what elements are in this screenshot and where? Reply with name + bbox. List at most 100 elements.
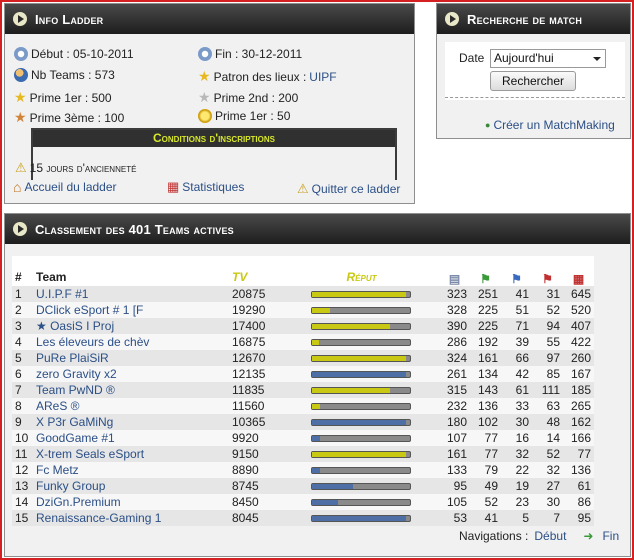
palmares-cell: 63 xyxy=(546,399,560,413)
team-name[interactable]: Team PwND ® xyxy=(36,383,115,397)
col-rank-header: # xyxy=(15,270,22,284)
team-cell[interactable]: DClick eSport # 1 [F xyxy=(33,302,229,318)
palmares-cell: 22 xyxy=(515,463,529,477)
chart-icon: ▦ xyxy=(167,179,180,194)
palmares-cell: 232 xyxy=(446,399,467,413)
team-cell[interactable]: zero Gravity x2 xyxy=(33,366,229,382)
palmares-cell: 41 xyxy=(484,511,498,525)
palmares-cell: 225 xyxy=(477,303,498,317)
stats-link-row[interactable]: ▦ Statistiques xyxy=(167,179,244,195)
palmares-cell: 95 xyxy=(577,511,591,525)
team-name[interactable]: Renaissance-Gaming 1 xyxy=(36,511,161,525)
clock-icon xyxy=(14,47,28,61)
palmares-cell: 225 xyxy=(477,319,498,333)
team-name[interactable]: Funky Group xyxy=(36,479,105,493)
table-row[interactable]: 13 Funky Group 8745 95 49 19 27 61 xyxy=(12,478,594,494)
team-name[interactable]: PuRe PlaiSiR xyxy=(36,351,109,365)
palmares-cell: 77 xyxy=(577,447,591,461)
nb-teams-row: Nb Teams : 573 xyxy=(14,68,115,82)
team-cell[interactable]: Team PwND ® xyxy=(33,382,229,398)
rechercher-button[interactable]: Rechercher xyxy=(490,71,576,91)
team-name[interactable]: X P3r GaMiNg xyxy=(36,415,113,429)
team-cell[interactable]: Funky Group xyxy=(33,478,229,494)
palmares-cell: 51 xyxy=(515,303,529,317)
rank-cell: 10 xyxy=(15,431,29,445)
nav-debut-link[interactable]: Début xyxy=(534,529,566,543)
palmares-cell: 86 xyxy=(577,495,591,509)
table-row[interactable]: 10 GoodGame #1 9920 107 77 16 14 166 xyxy=(12,430,594,446)
reput-bar-fill xyxy=(312,339,319,345)
palmares-cell: 94 xyxy=(546,319,560,333)
palmares-cell: 167 xyxy=(570,367,591,381)
table-row[interactable]: 12 Fc Metz 8890 133 79 22 32 136 xyxy=(12,462,594,478)
team-cell[interactable]: PuRe PlaiSiR xyxy=(33,350,229,366)
table-row[interactable]: 3 ★ OasiS I Proj 17400 390 225 71 94 407 xyxy=(12,318,594,334)
team-cell[interactable]: ★ OasiS I Proj xyxy=(33,318,229,334)
patron-link[interactable]: UIPF xyxy=(309,70,336,84)
table-row[interactable]: 8 AReS ® 11560 232 136 33 63 265 xyxy=(12,398,594,414)
reput-bar-fill xyxy=(312,419,407,425)
reput-bar-fill xyxy=(312,291,407,297)
team-cell[interactable]: X P3r GaMiNg xyxy=(33,414,229,430)
palmares-cell: 66 xyxy=(515,351,529,365)
warning-icon: ⚠ xyxy=(15,160,27,175)
team-cell[interactable]: AReS ® xyxy=(33,398,229,414)
reput-bar-fill xyxy=(312,515,407,521)
palmares-cell: 79 xyxy=(484,463,498,477)
team-name[interactable]: DClick eSport # 1 [F xyxy=(36,303,143,317)
quitter-link[interactable]: Quitter ce ladder xyxy=(312,182,401,196)
team-cell[interactable]: DziGn.Premium xyxy=(33,494,229,510)
palmares-cell: 32 xyxy=(546,463,560,477)
table-row[interactable]: 4 Les éleveurs de chèv 16875 286 192 39 55 422 xyxy=(12,334,594,350)
accueil-link-row[interactable]: ⌂ Accueil du ladder xyxy=(13,179,117,195)
team-name[interactable]: Fc Metz xyxy=(36,463,79,477)
palmares-cell: 645 xyxy=(570,287,591,301)
create-mm-row[interactable]: ● Créer un MatchMaking xyxy=(485,118,615,132)
accueil-link[interactable]: Accueil du ladder xyxy=(24,180,116,194)
table-row[interactable]: 7 Team PwND ® 11835 315 143 61 111 185 xyxy=(12,382,594,398)
table-row[interactable]: 1 U.I.P.F #1 20875 323 251 41 31 645 xyxy=(12,286,594,302)
table-row[interactable]: 5 PuRe PlaiSiR 12670 324 161 66 97 260 xyxy=(12,350,594,366)
team-cell[interactable]: Fc Metz xyxy=(33,462,229,478)
team-cell[interactable]: Renaissance-Gaming 1 xyxy=(33,510,229,526)
nav-fin-link[interactable]: Fin xyxy=(602,529,619,543)
team-name[interactable]: AReS ® xyxy=(36,399,80,413)
reput-cell xyxy=(284,510,439,526)
palmares-cell: 85 xyxy=(546,367,560,381)
team-name[interactable]: X-trem Seals eSport xyxy=(36,447,144,461)
tv-cell: 8045 xyxy=(232,511,259,525)
team-name[interactable]: zero Gravity x2 xyxy=(36,367,117,381)
reput-bar xyxy=(311,354,411,362)
medal-bronze-icon: ★ xyxy=(14,109,27,125)
team-cell[interactable]: Les éleveurs de chèv xyxy=(33,334,229,350)
table-row[interactable]: 15 Renaissance-Gaming 1 8045 53 41 5 7 95 xyxy=(12,510,594,526)
table-row[interactable]: 2 DClick eSport # 1 [F 19290 328 225 51 52 520 xyxy=(12,302,594,318)
reput-cell xyxy=(284,478,439,494)
table-row[interactable]: 11 X-trem Seals eSport 9150 161 77 32 52 77 xyxy=(12,446,594,462)
team-cell[interactable]: GoodGame #1 xyxy=(33,430,229,446)
stats-link[interactable]: Statistiques xyxy=(182,180,244,194)
col-palmares-4: ⚑ xyxy=(532,256,563,286)
quitter-link-row[interactable]: ⚠ Quitter ce ladder xyxy=(297,181,400,197)
team-name[interactable]: DziGn.Premium xyxy=(36,495,121,509)
palmares-cell: 53 xyxy=(453,511,467,525)
palmares-cell: 265 xyxy=(570,399,591,413)
table-row[interactable]: 9 X P3r GaMiNg 10365 180 102 30 48 162 xyxy=(12,414,594,430)
tv-cell: 8450 xyxy=(232,495,259,509)
date-select[interactable]: Aujourd'hui xyxy=(490,49,606,68)
create-matchmaking-link[interactable]: Créer un MatchMaking xyxy=(493,118,614,132)
table-row[interactable]: 14 DziGn.Premium 8450 105 52 23 30 86 xyxy=(12,494,594,510)
palmares-cell: 422 xyxy=(570,335,591,349)
palmares-cell: 161 xyxy=(477,351,498,365)
team-cell[interactable]: X-trem Seals eSport xyxy=(33,446,229,462)
rank-cell: 3 xyxy=(15,319,22,333)
team-cell[interactable]: U.I.P.F #1 xyxy=(33,286,229,302)
table-row[interactable]: 6 zero Gravity x2 12135 261 134 42 85 167 xyxy=(12,366,594,382)
team-name[interactable]: GoodGame #1 xyxy=(36,431,115,445)
reput-bar xyxy=(311,402,411,410)
flag-green-icon: ⚑ xyxy=(480,272,491,286)
team-name[interactable]: Les éleveurs de chèv xyxy=(36,335,149,349)
team-name[interactable]: OasiS I Proj xyxy=(50,319,114,333)
reput-cell xyxy=(284,366,439,382)
team-name[interactable]: U.I.P.F #1 xyxy=(36,287,88,301)
